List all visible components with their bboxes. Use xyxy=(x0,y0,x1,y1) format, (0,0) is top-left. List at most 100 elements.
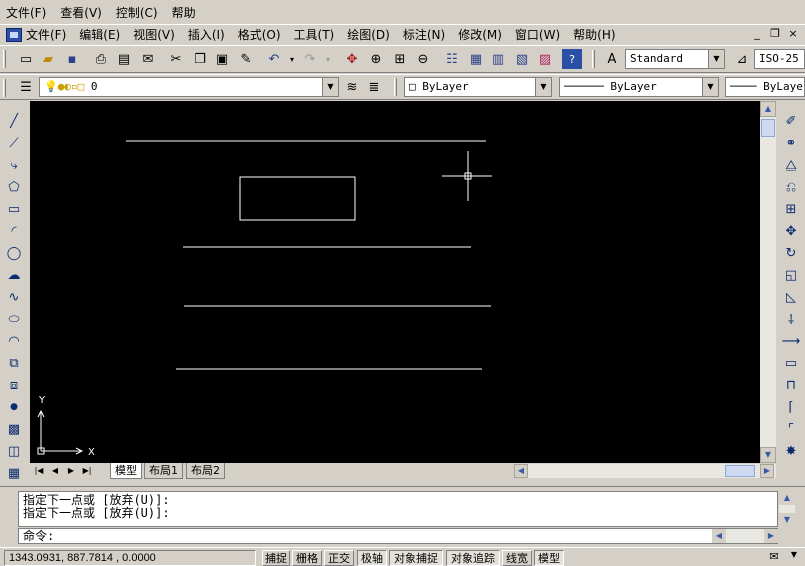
autocad-app-icon[interactable] xyxy=(6,27,22,42)
chevron-down-icon[interactable]: ▼ xyxy=(702,78,718,96)
first-tab-icon[interactable]: |◀ xyxy=(32,464,46,478)
fillet-icon[interactable]: ⌜ xyxy=(781,419,801,439)
hatch-icon[interactable]: ▩ xyxy=(4,419,24,439)
new-file-icon[interactable]: ▭ xyxy=(16,49,36,69)
scroll-left-icon[interactable]: ◀ xyxy=(514,464,528,478)
point-icon[interactable]: ● xyxy=(4,397,24,417)
layer-previous-icon[interactable]: ≣ xyxy=(364,77,384,97)
chevron-down-icon[interactable]: ▼ xyxy=(322,78,338,96)
arc-icon[interactable]: ◜ xyxy=(4,221,24,241)
polyline-icon[interactable]: ⤷ xyxy=(4,155,24,175)
text-style-icon[interactable]: A xyxy=(602,49,622,69)
copy-icon[interactable]: ❐ xyxy=(190,49,210,69)
cut-icon[interactable]: ✂ xyxy=(166,49,186,69)
horizontal-scrollbar[interactable]: ◀ ▶ xyxy=(514,464,776,478)
next-tab-icon[interactable]: ▶ xyxy=(64,464,78,478)
app-menu-tools[interactable]: 工具(T) xyxy=(294,26,335,43)
match-properties-icon[interactable]: ✎ xyxy=(236,49,256,69)
tab-layout1[interactable]: 布局1 xyxy=(144,463,183,479)
circle-icon[interactable]: ◯ xyxy=(4,243,24,263)
explode-icon[interactable]: ✸ xyxy=(781,441,801,461)
app-menu-format[interactable]: 格式(O) xyxy=(238,26,281,43)
chamfer-icon[interactable]: ⌈ xyxy=(781,397,801,417)
construction-line-icon[interactable]: ⟋ xyxy=(4,133,24,153)
undo-dropdown-icon[interactable]: ▾ xyxy=(282,49,302,69)
rotate-icon[interactable]: ↻ xyxy=(781,243,801,263)
scroll-right-icon[interactable]: ▶ xyxy=(760,464,774,478)
scroll-down-icon[interactable]: ▼ xyxy=(779,513,795,527)
tool-palettes-icon[interactable]: ▥ xyxy=(488,49,508,69)
help-icon[interactable]: ? xyxy=(562,49,582,69)
tab-layout2[interactable]: 布局2 xyxy=(186,463,225,479)
app-menu-dimension[interactable]: 标注(N) xyxy=(403,26,445,43)
toolbar-grip[interactable] xyxy=(3,79,6,97)
print-preview-icon[interactable]: ▤ xyxy=(114,49,134,69)
drawing-canvas[interactable]: Y X xyxy=(30,101,760,463)
close-button[interactable]: × xyxy=(785,27,801,41)
last-tab-icon[interactable]: ▶| xyxy=(80,464,94,478)
app-menu-insert[interactable]: 插入(I) xyxy=(188,26,225,43)
redo-icon[interactable]: ↷ xyxy=(300,49,320,69)
make-block-icon[interactable]: ⧈ xyxy=(4,375,24,395)
undo-icon[interactable]: ↶ xyxy=(264,49,284,69)
scroll-thumb[interactable] xyxy=(725,465,755,477)
prev-tab-icon[interactable]: ◀ xyxy=(48,464,62,478)
command-horizontal-scrollbar[interactable]: ◀ ▶ xyxy=(712,529,778,543)
stretch-icon[interactable]: ◺ xyxy=(781,287,801,307)
text-style-select[interactable]: Standard ▼ xyxy=(625,49,725,69)
extend-icon[interactable]: ⟶ xyxy=(781,331,801,351)
app-menu-help[interactable]: 帮助(H) xyxy=(573,26,615,43)
scroll-right-icon[interactable]: ▶ xyxy=(764,529,778,543)
app-menu-window[interactable]: 窗口(W) xyxy=(515,26,560,43)
status-menu-icon[interactable]: ▼ xyxy=(786,550,802,565)
polygon-icon[interactable]: ⬠ xyxy=(4,177,24,197)
trim-icon[interactable]: ⸸ xyxy=(781,309,801,329)
layer-select[interactable]: 💡●◐▫□ 0 ▼ xyxy=(39,77,339,97)
scroll-down-icon[interactable]: ▼ xyxy=(760,447,776,463)
table-icon[interactable]: ▦ xyxy=(4,463,24,483)
rectangle-icon[interactable]: ▭ xyxy=(4,199,24,219)
command-input[interactable]: 命令: xyxy=(18,528,778,544)
tab-model[interactable]: 模型 xyxy=(110,463,142,479)
app-menu-modify[interactable]: 修改(M) xyxy=(458,26,502,43)
minimize-button[interactable]: _ xyxy=(749,27,765,41)
insert-block-icon[interactable]: ⧉ xyxy=(4,353,24,373)
ortho-toggle[interactable]: 正交 xyxy=(324,550,354,566)
lineweight-select[interactable]: ──── ByLayer xyxy=(725,77,805,97)
app-menu-view[interactable]: 视图(V) xyxy=(133,26,175,43)
copy-object-icon[interactable]: ⚭ xyxy=(781,133,801,153)
menu-control[interactable]: 控制(C) xyxy=(116,4,158,21)
open-file-icon[interactable]: ▰ xyxy=(38,49,58,69)
layer-manager-icon[interactable]: ☰ xyxy=(16,77,36,97)
redo-dropdown-icon[interactable]: ▾ xyxy=(318,49,338,69)
osnap-toggle[interactable]: 对象捕捉 xyxy=(389,550,443,566)
model-space-toggle[interactable]: 模型 xyxy=(534,550,564,566)
menu-view[interactable]: 查看(V) xyxy=(60,4,102,21)
grid-toggle[interactable]: 栅格 xyxy=(292,550,322,566)
app-menu-file[interactable]: 文件(F) xyxy=(26,26,66,43)
save-icon[interactable]: ▪ xyxy=(62,49,82,69)
zoom-previous-icon[interactable]: ⊖ xyxy=(413,49,433,69)
zoom-window-icon[interactable]: ⊞ xyxy=(390,49,410,69)
mirror-icon[interactable]: ⧋ xyxy=(781,155,801,175)
array-icon[interactable]: ⊞ xyxy=(781,199,801,219)
restore-button[interactable]: ❐ xyxy=(767,27,783,41)
color-select[interactable]: □ ByLayer ▼ xyxy=(404,77,552,97)
drawn-rectangle[interactable] xyxy=(239,176,356,221)
coordinate-readout[interactable]: 1343.0931, 887.7814 , 0.0000 xyxy=(4,550,256,566)
move-icon[interactable]: ✥ xyxy=(781,221,801,241)
ellipse-icon[interactable]: ⬭ xyxy=(4,309,24,329)
break-icon[interactable]: ⊓ xyxy=(781,375,801,395)
revision-cloud-icon[interactable]: ☁ xyxy=(4,265,24,285)
linetype-select[interactable]: ────── ByLayer ▼ xyxy=(559,77,719,97)
offset-icon[interactable]: ⎌ xyxy=(781,177,801,197)
toolbar-grip[interactable] xyxy=(592,50,595,68)
toolbar-grip[interactable] xyxy=(3,50,6,68)
menu-help[interactable]: 帮助 xyxy=(172,4,196,21)
scale-icon[interactable]: ◱ xyxy=(781,265,801,285)
chevron-down-icon[interactable]: ▼ xyxy=(708,50,724,68)
app-menu-draw[interactable]: 绘图(D) xyxy=(347,26,390,43)
scroll-up-icon[interactable]: ▲ xyxy=(779,491,795,505)
properties-icon[interactable]: ☷ xyxy=(442,49,462,69)
snap-toggle[interactable]: 捕捉 xyxy=(262,550,290,566)
